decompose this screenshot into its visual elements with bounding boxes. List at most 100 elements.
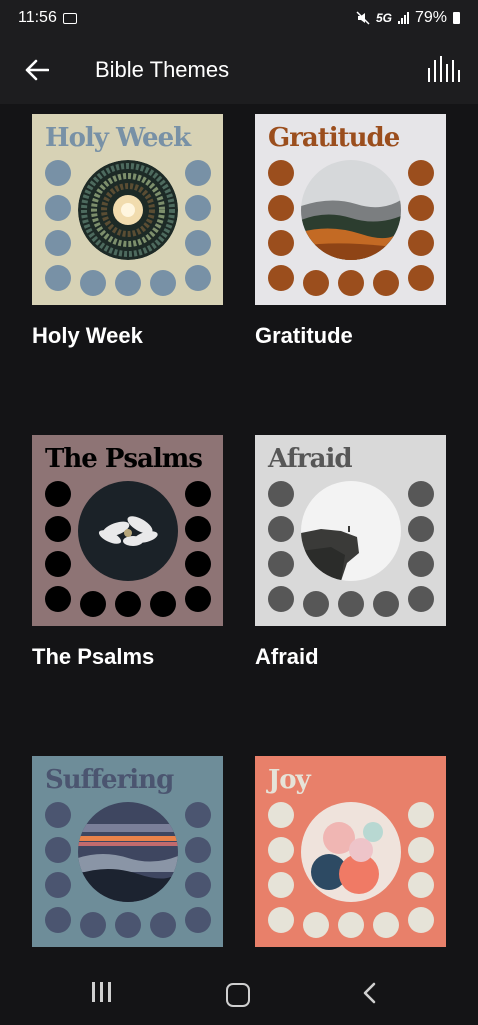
home-button[interactable] — [226, 983, 250, 1007]
cover-dot — [268, 907, 294, 933]
theme-cover: Joy — [255, 756, 446, 947]
cover-title: Suffering — [45, 765, 174, 795]
cover-dot — [80, 912, 106, 938]
cover-dot — [45, 586, 71, 612]
cover-dot — [45, 837, 71, 863]
cover-dot — [268, 837, 294, 863]
cover-title: Gratitude — [268, 123, 400, 153]
cover-dot — [338, 270, 364, 296]
theme-title: The Psalms — [32, 644, 155, 669]
cover-dot — [185, 586, 211, 612]
theme-title: Afraid — [255, 644, 319, 669]
cover-dot — [45, 481, 71, 507]
cover-dot — [303, 591, 329, 617]
cover-dot — [303, 912, 329, 938]
cover-title: The Psalms — [45, 444, 203, 474]
balloons-image — [301, 802, 401, 902]
stained-glass-dome-image — [78, 160, 178, 260]
themes-grid: Holy Week Holy Week Gratitude Gratitude … — [0, 104, 478, 952]
system-back-button[interactable] — [362, 982, 376, 1009]
cover-dot — [45, 802, 71, 828]
cover-dot — [185, 516, 211, 542]
autumn-forest-image — [301, 160, 401, 260]
battery-icon — [453, 12, 460, 24]
cover-dot — [150, 270, 176, 296]
theme-card-the-psalms[interactable]: The Psalms The Psalms — [32, 435, 224, 670]
cover-dot — [373, 270, 399, 296]
theme-cover: The Psalms — [32, 435, 223, 626]
cover-dot — [80, 591, 106, 617]
cover-dot — [185, 872, 211, 898]
cover-dot — [268, 265, 294, 291]
cover-dot — [185, 802, 211, 828]
audio-visualizer-button[interactable] — [428, 56, 460, 82]
mute-icon — [356, 11, 370, 25]
cover-dot — [45, 907, 71, 933]
cover-dot — [150, 912, 176, 938]
cover-dot — [268, 230, 294, 256]
network-type: 5G — [375, 11, 392, 25]
cover-dot — [45, 872, 71, 898]
cover-dot — [408, 160, 434, 186]
white-lilies-image — [78, 481, 178, 581]
cover-dot — [408, 907, 434, 933]
signal-icon — [397, 12, 409, 24]
cover-dot — [45, 160, 71, 186]
recents-button[interactable] — [92, 982, 111, 1002]
theme-card-holy-week[interactable]: Holy Week Holy Week — [32, 114, 224, 349]
cover-dot — [185, 230, 211, 256]
theme-card-afraid[interactable]: Afraid Afraid — [255, 435, 447, 670]
back-button[interactable] — [17, 50, 57, 90]
theme-card-joy[interactable]: Joy — [255, 756, 447, 952]
cover-dot — [268, 195, 294, 221]
chevron-left-icon — [363, 982, 376, 1004]
cover-dot — [408, 230, 434, 256]
notification-icon — [62, 12, 77, 24]
cover-dot — [185, 907, 211, 933]
cover-dot — [373, 591, 399, 617]
cover-dot — [408, 195, 434, 221]
status-right: 5G 79% — [356, 9, 460, 27]
cover-dot — [268, 802, 294, 828]
cover-dot — [185, 160, 211, 186]
theme-title: Holy Week — [32, 323, 143, 348]
cover-dot — [408, 837, 434, 863]
cover-dot — [45, 265, 71, 291]
cover-dot — [45, 516, 71, 542]
cover-dot — [373, 912, 399, 938]
theme-card-gratitude[interactable]: Gratitude Gratitude — [255, 114, 447, 349]
cover-dot — [268, 481, 294, 507]
cover-dot — [115, 912, 141, 938]
theme-card-suffering[interactable]: Suffering — [32, 756, 224, 952]
cover-dot — [268, 551, 294, 577]
theme-cover: Holy Week — [32, 114, 223, 305]
cover-dot — [408, 516, 434, 542]
cover-title: Afraid — [268, 444, 353, 474]
cover-dot — [185, 265, 211, 291]
system-nav-bar — [0, 952, 478, 1025]
cover-dot — [303, 270, 329, 296]
cover-dot — [45, 195, 71, 221]
cover-dot — [185, 481, 211, 507]
cover-dot — [45, 551, 71, 577]
cover-dot — [408, 551, 434, 577]
status-left: 11:56 — [18, 9, 77, 27]
cover-dot — [268, 516, 294, 542]
theme-cover: Suffering — [32, 756, 223, 947]
cover-dot — [408, 265, 434, 291]
battery-percent: 79% — [414, 9, 447, 26]
app-bar: Bible Themes — [0, 36, 478, 104]
cover-dot — [45, 230, 71, 256]
cover-dot — [408, 586, 434, 612]
theme-title: Gratitude — [255, 323, 353, 348]
cover-dot — [268, 160, 294, 186]
cover-dot — [185, 195, 211, 221]
back-arrow-icon — [25, 59, 49, 81]
cover-dot — [150, 591, 176, 617]
page-title: Bible Themes — [95, 57, 230, 82]
status-bar: 11:56 5G 79% — [0, 0, 478, 36]
cliff-edge-image — [301, 481, 401, 581]
cover-dot — [408, 872, 434, 898]
cover-dot — [268, 872, 294, 898]
cover-title: Holy Week — [45, 123, 191, 153]
